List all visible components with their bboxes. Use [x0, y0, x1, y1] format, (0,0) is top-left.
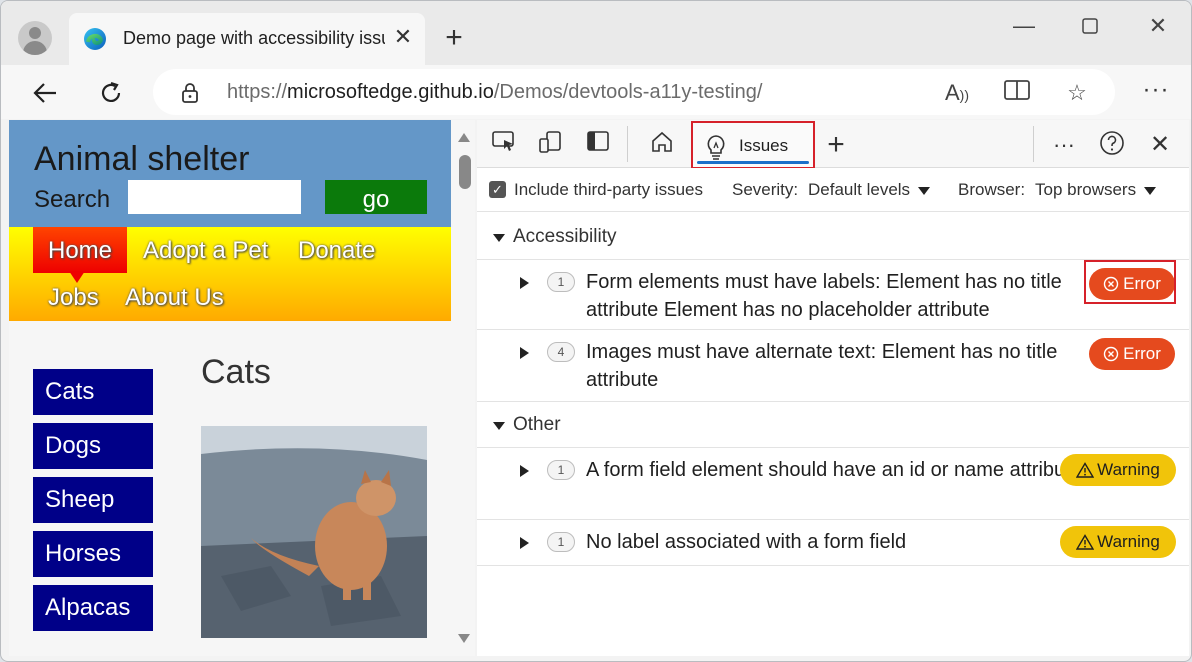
issues-tab-label: Issues: [739, 136, 789, 155]
more-tools-plus-icon[interactable]: +: [821, 130, 851, 160]
site-header: Animal shelter Search go: [9, 120, 451, 227]
issue-row[interactable]: 4 Images must have alternate text: Eleme…: [477, 330, 1189, 402]
expand-arrow-icon[interactable]: [520, 347, 529, 359]
expand-triangle-icon[interactable]: [493, 422, 505, 430]
site-nav: Home Adopt a Pet Donate Jobs About Us: [9, 227, 451, 321]
severity-badge-warning: Warning: [1060, 526, 1176, 558]
toolbar-divider-right: [1033, 126, 1034, 162]
sidebar-item-cats[interactable]: Cats: [33, 369, 153, 415]
back-arrow-icon[interactable]: [27, 75, 63, 111]
immersive-reader-icon[interactable]: [1003, 79, 1031, 107]
favorites-star-icon[interactable]: ☆: [1063, 79, 1091, 107]
new-tab-icon[interactable]: +: [437, 23, 471, 57]
toolbar-divider: [627, 126, 628, 162]
sidebar-item-dogs[interactable]: Dogs: [33, 423, 153, 469]
webpage-viewport: Animal shelter Search go Home Adopt a Pe…: [9, 120, 475, 656]
scroll-up-icon[interactable]: [458, 133, 470, 142]
page-heading: Cats: [201, 353, 271, 391]
scroll-thumb[interactable]: [459, 155, 471, 189]
issue-count: 4: [547, 342, 575, 362]
window-close-icon[interactable]: ✕: [1143, 11, 1173, 41]
dock-side-icon[interactable]: [583, 130, 613, 160]
warning-triangle-icon: [1075, 462, 1095, 478]
sidebar-item-sheep[interactable]: Sheep: [33, 477, 153, 523]
address-toolbar: https://microsoftedge.github.io/Demos/de…: [1, 65, 1191, 119]
issue-row[interactable]: 1 No label associated with a form field …: [477, 520, 1189, 566]
issue-row[interactable]: 1 Form elements must have labels: Elemen…: [477, 260, 1189, 330]
customize-more-icon[interactable]: ···: [1049, 130, 1079, 160]
issue-row[interactable]: 1 A form field element should have an id…: [477, 448, 1189, 520]
devtools-panel: Issues + ··· ✕ ✓ Include third-party iss…: [477, 120, 1189, 656]
search-input[interactable]: [128, 180, 301, 214]
issue-text: Form elements must have labels: Element …: [586, 271, 1062, 321]
lightbulb-icon: [707, 135, 725, 160]
title-bar: Demo page with accessibility issues ✕ + …: [1, 1, 1191, 65]
issue-text: Images must have alternate text: Element…: [586, 341, 1058, 391]
third-party-checkbox-icon[interactable]: ✓: [489, 181, 506, 198]
warning-triangle-icon: [1075, 534, 1095, 550]
refresh-icon[interactable]: [93, 75, 129, 111]
address-bar[interactable]: https://microsoftedge.github.io/Demos/de…: [153, 69, 1115, 115]
url-text[interactable]: https://microsoftedge.github.io/Demos/de…: [227, 81, 762, 105]
sidebar-item-horses[interactable]: Horses: [33, 531, 153, 577]
expand-triangle-icon[interactable]: [493, 234, 505, 242]
issue-text: No label associated with a form field: [586, 531, 907, 553]
nav-item-donate[interactable]: Donate: [298, 237, 375, 265]
error-circle-icon: [1103, 346, 1119, 362]
expand-arrow-icon[interactable]: [520, 537, 529, 549]
chevron-down-icon: [918, 186, 931, 195]
group-title: Accessibility: [513, 226, 617, 247]
maximize-icon[interactable]: [1075, 11, 1105, 41]
inspect-element-icon[interactable]: [489, 130, 519, 160]
scroll-down-icon[interactable]: [458, 634, 470, 643]
browser-window: Demo page with accessibility issues ✕ + …: [0, 0, 1192, 662]
nav-item-home[interactable]: Home: [48, 237, 112, 265]
tab-close-icon[interactable]: ✕: [393, 26, 413, 48]
active-tab-indicator: [697, 161, 809, 164]
severity-dropdown[interactable]: Default levels: [808, 180, 931, 200]
issue-count: 1: [547, 272, 575, 292]
device-emulation-icon[interactable]: [535, 130, 565, 160]
severity-label: Severity:: [732, 180, 799, 199]
webpage-scrollbar[interactable]: [453, 120, 475, 656]
edge-logo-icon: [84, 28, 106, 50]
tab-issues[interactable]: Issues: [691, 121, 815, 169]
chevron-down-icon: [1144, 186, 1157, 195]
third-party-label[interactable]: Include third-party issues: [514, 180, 703, 200]
welcome-home-icon[interactable]: [647, 130, 677, 160]
issue-count: 1: [547, 460, 575, 480]
expand-arrow-icon[interactable]: [520, 465, 529, 477]
issue-group-other[interactable]: Other: [477, 404, 1189, 448]
browser-dropdown[interactable]: Top browsers: [1035, 180, 1157, 200]
devtools-close-icon[interactable]: ✕: [1145, 130, 1175, 160]
browser-tab[interactable]: Demo page with accessibility issues ✕: [69, 13, 425, 65]
sidebar-item-alpacas[interactable]: Alpacas: [33, 585, 153, 631]
expand-arrow-icon[interactable]: [520, 277, 529, 289]
error-highlight-frame: [1084, 260, 1176, 304]
lock-icon[interactable]: [181, 83, 199, 103]
nav-item-adopt[interactable]: Adopt a Pet: [143, 237, 268, 265]
issue-count: 1: [547, 532, 575, 552]
issue-group-accessibility[interactable]: Accessibility: [477, 216, 1189, 260]
go-button[interactable]: go: [325, 180, 427, 214]
profile-avatar-icon[interactable]: [18, 21, 52, 55]
issues-filter-bar: ✓ Include third-party issues Severity: D…: [477, 168, 1189, 212]
site-title: Animal shelter: [34, 140, 250, 178]
severity-badge-warning: Warning: [1060, 454, 1176, 486]
help-icon[interactable]: [1097, 130, 1127, 160]
settings-more-icon[interactable]: ···: [1139, 75, 1173, 109]
tab-title: Demo page with accessibility issues: [123, 28, 385, 48]
minimize-icon[interactable]: —: [1009, 11, 1039, 41]
devtools-toolbar: Issues + ··· ✕: [477, 120, 1189, 169]
nav-item-jobs[interactable]: Jobs: [48, 284, 99, 312]
browser-label: Browser:: [958, 180, 1026, 199]
nav-home-pointer: [69, 271, 85, 283]
read-aloud-icon[interactable]: A)): [943, 79, 971, 107]
group-title: Other: [513, 414, 561, 435]
issue-text: A form field element should have an id o…: [586, 459, 1082, 481]
severity-badge-error: Error: [1089, 338, 1175, 370]
search-label: Search: [34, 186, 111, 213]
nav-item-about[interactable]: About Us: [125, 284, 224, 312]
cat-photo: [201, 426, 427, 638]
